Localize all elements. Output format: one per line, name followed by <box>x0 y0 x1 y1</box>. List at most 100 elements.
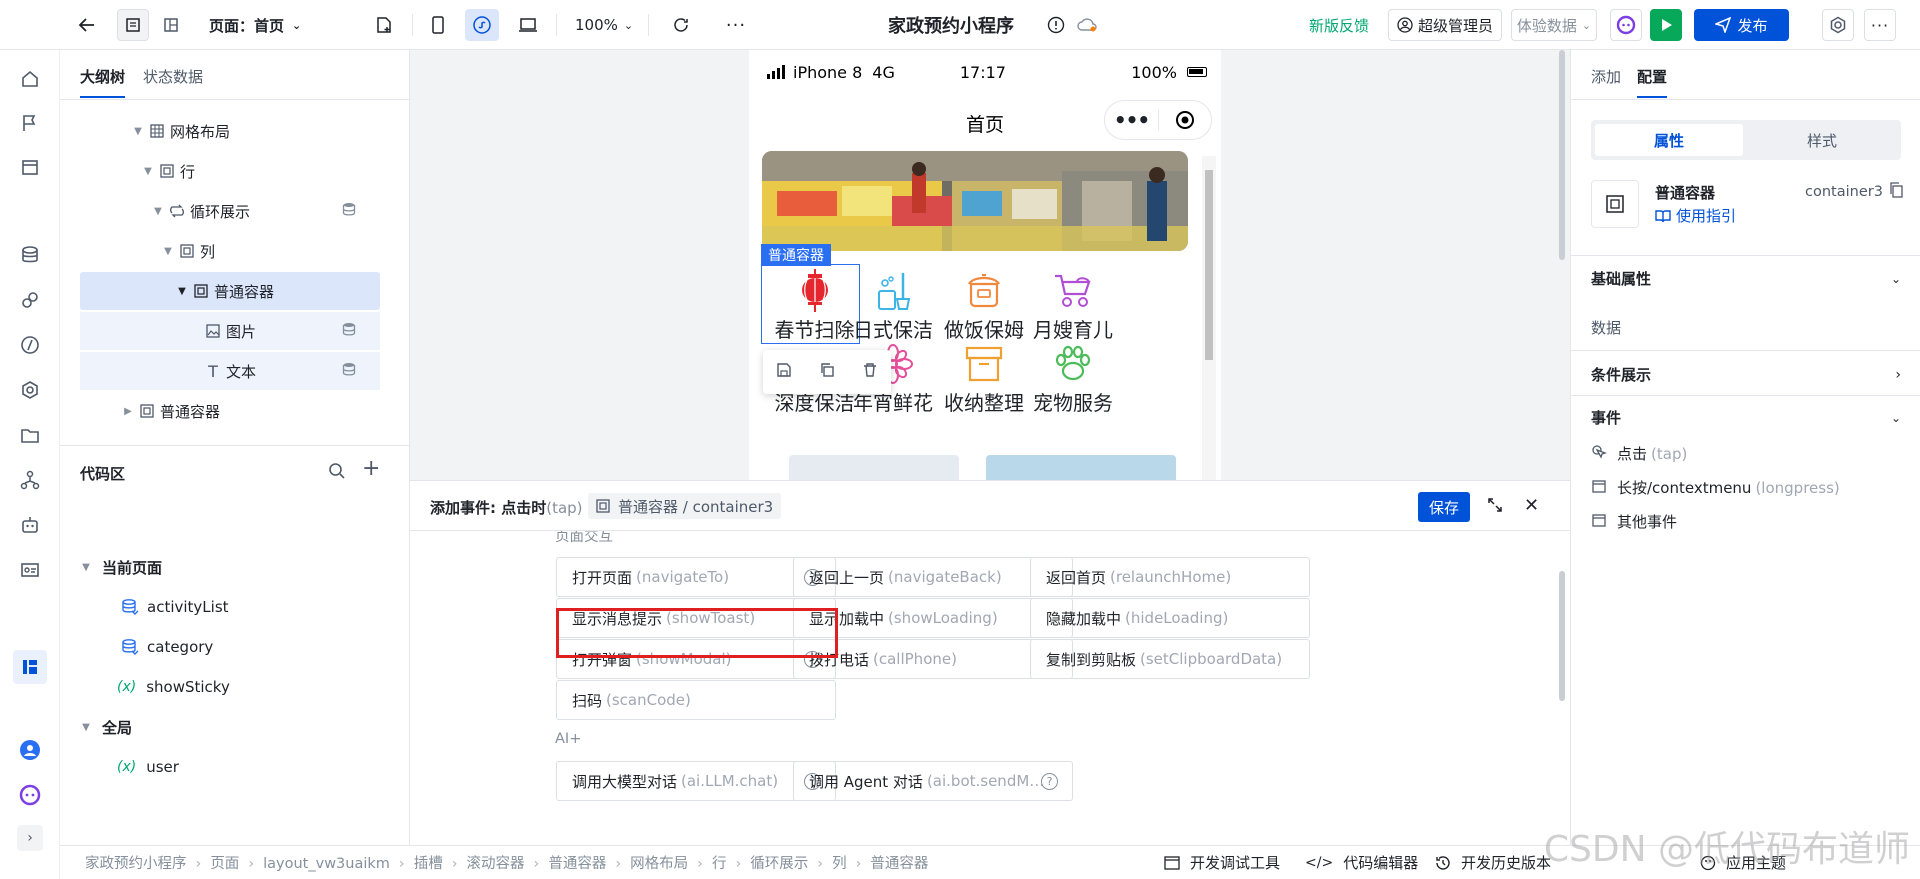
add-icon[interactable]: + <box>362 456 380 481</box>
history-button[interactable]: 开发历史版本 <box>1435 852 1551 873</box>
run-preview-button[interactable] <box>1650 9 1682 41</box>
code-item-activitylist[interactable]: activityList <box>117 590 229 624</box>
copy-icon[interactable] <box>1889 182 1903 202</box>
tree-node-container-selected[interactable]: ▼ 普通容器 <box>80 272 380 310</box>
tree-node-row[interactable]: ▼ 行 <box>80 152 380 190</box>
delete-icon[interactable] <box>862 362 878 382</box>
current-page-group[interactable]: ▼ 当前页面 <box>80 550 162 584</box>
event-longpress[interactable]: 长按/contextmenu (longpress) <box>1591 477 1840 498</box>
design-canvas[interactable]: iPhone 8 4G 17:17 100% 首页 ••• 普通容器 春节扫除 … <box>410 50 1570 480</box>
breadcrumb-item[interactable]: 循环展示 <box>750 856 808 872</box>
robot-icon[interactable] <box>15 510 45 540</box>
mobile-device-icon[interactable] <box>427 14 449 36</box>
breadcrumb-item[interactable]: 列 <box>832 856 847 872</box>
function-icon[interactable] <box>15 330 45 360</box>
ai-assistant-button[interactable] <box>1610 9 1642 41</box>
condition-header[interactable]: 条件展示 › <box>1591 364 1901 385</box>
breadcrumb-item[interactable]: 行 <box>712 856 727 872</box>
copy-icon[interactable] <box>819 362 835 382</box>
tree-node-container[interactable]: ▶ 普通容器 <box>80 392 380 430</box>
tab-config[interactable]: 配置 <box>1637 66 1668 98</box>
event-action-option[interactable]: 隐藏加载中 (hideLoading) <box>1030 598 1310 638</box>
layout-editor-icon[interactable] <box>13 650 47 684</box>
help-icon[interactable]: ? <box>1041 773 1058 790</box>
category-item[interactable]: 宠物服务 <box>1011 337 1135 415</box>
settings-button[interactable] <box>1822 9 1854 41</box>
tree-node-loop[interactable]: ▼ 循环展示 <box>80 192 380 230</box>
tree-node-column[interactable]: ▼ 列 <box>80 232 380 270</box>
back-arrow-icon[interactable] <box>76 14 98 36</box>
tab-styles[interactable]: 样式 <box>1747 124 1897 156</box>
save-button[interactable]: 保存 <box>1418 492 1470 522</box>
basic-props-header[interactable]: 基础属性 ⌄ <box>1591 268 1901 289</box>
user-avatar-icon[interactable] <box>15 735 45 765</box>
tree-node-grid-layout[interactable]: ▼ 网格布局 <box>80 112 380 150</box>
tree-node-text[interactable]: T 文本 <box>80 352 380 390</box>
page-selector[interactable]: 页面：首页 ⌄ <box>209 12 301 38</box>
admin-button[interactable]: 超级管理员 <box>1388 9 1503 41</box>
tree-node-image[interactable]: 图片 <box>80 312 380 350</box>
flag-icon[interactable] <box>15 108 45 138</box>
cloud-sync-icon[interactable] <box>1076 14 1098 36</box>
event-tap[interactable]: 点击 (tap) <box>1591 443 1687 464</box>
tab-properties[interactable]: 属性 <box>1595 124 1743 156</box>
breadcrumb-item[interactable]: layout_vw3uaikm <box>263 856 390 872</box>
breadcrumb-item[interactable]: 插槽 <box>414 856 443 872</box>
more-icon[interactable]: ··· <box>725 14 747 36</box>
expand-nav-icon[interactable]: › <box>17 825 43 851</box>
close-icon[interactable]: ✕ <box>1524 495 1539 516</box>
calendar-icon[interactable] <box>15 152 45 182</box>
breadcrumb-item[interactable]: 网格布局 <box>630 856 688 872</box>
flow-icon[interactable] <box>15 465 45 495</box>
global-group[interactable]: ▼ 全局 <box>80 710 132 744</box>
breadcrumb-item[interactable]: 家政预约小程序 <box>85 856 187 872</box>
breadcrumb-item[interactable]: 页面 <box>210 856 239 872</box>
tab-add[interactable]: 添加 <box>1591 66 1621 98</box>
more-menu-button[interactable]: ··· <box>1864 9 1896 41</box>
assistant-icon[interactable] <box>15 780 45 810</box>
usage-guide-link[interactable]: 使用指引 <box>1655 205 1736 226</box>
dialog-scrollbar[interactable] <box>1559 571 1565 701</box>
event-action-option[interactable]: 返回首页 (relaunchHome) <box>1030 557 1310 597</box>
tab-state-data[interactable]: 状态数据 <box>143 66 203 98</box>
id-card-icon[interactable] <box>15 555 45 585</box>
tab-outline-tree[interactable]: 大纲树 <box>80 66 126 98</box>
link-icon[interactable] <box>15 285 45 315</box>
save-icon[interactable] <box>776 362 792 382</box>
miniprogram-device-icon[interactable] <box>465 9 499 41</box>
debug-tools-button[interactable]: 开发调试工具 <box>1164 852 1280 873</box>
code-editor-button[interactable]: </> 代码编辑器 <box>1305 852 1418 873</box>
zoom-select[interactable]: 100% ⌄ <box>575 12 633 38</box>
search-icon[interactable] <box>328 462 346 484</box>
category-item[interactable]: 月嫂育儿 <box>1011 264 1135 342</box>
phone-scrollbar[interactable] <box>1202 156 1216 480</box>
feedback-link[interactable]: 新版反馈 <box>1309 12 1369 38</box>
home-icon[interactable] <box>15 64 45 94</box>
database-icon[interactable] <box>15 240 45 270</box>
refresh-icon[interactable] <box>670 14 692 36</box>
publish-button[interactable]: 发布 <box>1694 9 1789 41</box>
breadcrumb-item[interactable]: 普通容器 <box>548 856 606 872</box>
page-view-button[interactable] <box>117 9 149 41</box>
code-item-user[interactable]: (x) user <box>117 750 179 784</box>
breadcrumb-item[interactable]: 普通容器 <box>870 856 928 872</box>
events-header[interactable]: 事件 ⌄ <box>1591 407 1901 428</box>
event-other[interactable]: 其他事件 <box>1591 511 1677 532</box>
info-icon[interactable] <box>1045 14 1067 36</box>
layout-view-button[interactable] <box>155 9 187 41</box>
add-page-icon[interactable] <box>373 14 395 36</box>
capsule-more-icon[interactable]: ••• <box>1105 110 1158 130</box>
folder-icon[interactable] <box>15 420 45 450</box>
event-action-option[interactable]: 调用 Agent 对话 (ai.bot.sendM…? <box>793 761 1073 801</box>
event-action-option[interactable]: 复制到剪贴板 (setClipboardData) <box>1030 639 1310 679</box>
env-select[interactable]: 体验数据 ⌄ <box>1511 9 1597 41</box>
capsule-close-icon[interactable] <box>1159 110 1211 130</box>
breadcrumb-item[interactable]: 滚动容器 <box>467 856 525 872</box>
event-action-option[interactable]: 扫码 (scanCode) <box>556 680 836 720</box>
canvas-scrollbar[interactable] <box>1559 50 1565 260</box>
code-item-category[interactable]: category <box>117 630 213 664</box>
desktop-device-icon[interactable] <box>516 14 540 36</box>
code-item-showsticky[interactable]: (x) showSticky <box>117 670 230 704</box>
fullscreen-icon[interactable] <box>1486 496 1504 518</box>
hexagon-icon[interactable] <box>15 375 45 405</box>
